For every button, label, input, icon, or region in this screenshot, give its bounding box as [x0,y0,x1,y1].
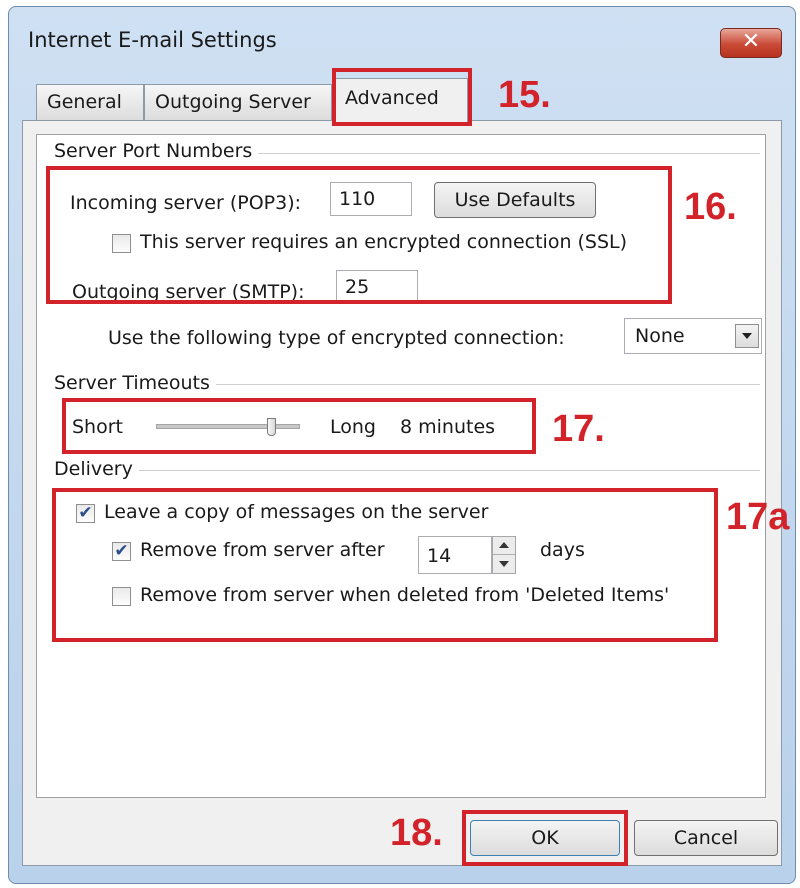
encryption-type-select[interactable]: None [624,318,762,354]
dropdown-arrow-icon[interactable] [735,324,759,348]
tab-general-label: General [47,91,122,113]
annotation-label-15: 15. [498,74,551,116]
encryption-type-label: Use the following type of encrypted conn… [108,327,565,349]
annotation-label-17a: 17a [726,496,790,538]
annotation-label-17: 17. [552,408,605,450]
annotation-box-delivery [52,488,718,642]
annotation-box-advanced-tab [332,68,472,126]
close-button[interactable]: ✕ [720,28,782,58]
group-delivery: Delivery [54,458,139,480]
group-server-timeouts: Server Timeouts [54,372,216,394]
tab-outgoing-server[interactable]: Outgoing Server [144,84,332,120]
cancel-button[interactable]: Cancel [634,820,778,856]
tab-general[interactable]: General [36,84,144,120]
annotation-label-18: 18. [390,812,443,854]
tab-outgoing-server-label: Outgoing Server [155,91,311,113]
annotation-label-16: 16. [684,186,737,228]
annotation-box-ok [462,810,628,866]
group-divider [60,470,760,471]
annotation-box-ports [46,166,672,304]
annotation-box-timeouts [62,398,536,454]
group-server-port-numbers: Server Port Numbers [54,140,259,162]
window-title: Internet E-mail Settings [28,28,277,52]
close-icon: ✕ [741,29,761,54]
encryption-type-value: None [635,325,685,347]
